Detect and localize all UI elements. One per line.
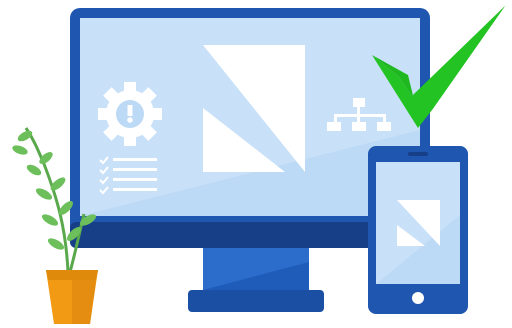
monitor-stand xyxy=(188,240,324,312)
home-button xyxy=(412,292,424,304)
phone xyxy=(368,146,468,314)
gear-warning-icon xyxy=(98,82,162,146)
illustration xyxy=(12,6,505,324)
